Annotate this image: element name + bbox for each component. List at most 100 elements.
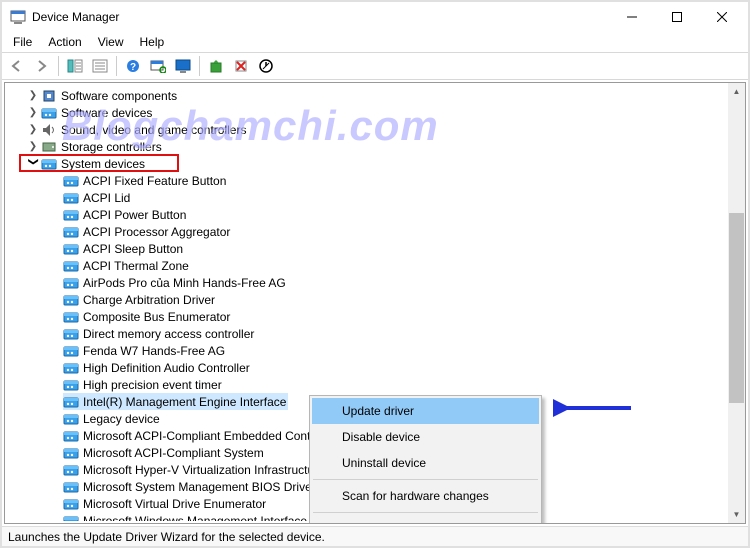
menu-action[interactable]: Action bbox=[41, 33, 88, 51]
menu-view[interactable]: View bbox=[91, 33, 131, 51]
scroll-thumb[interactable] bbox=[729, 213, 744, 403]
device-category-icon bbox=[41, 88, 57, 104]
tree-item[interactable]: Charge Arbitration Driver bbox=[7, 291, 727, 308]
tree-item-label: Microsoft Virtual Drive Enumerator bbox=[83, 497, 266, 511]
tree-category-label: Software devices bbox=[61, 106, 152, 120]
uninstall-button[interactable] bbox=[230, 55, 252, 77]
tree-item-label: Legacy device bbox=[83, 412, 160, 426]
show-hidden-button[interactable] bbox=[64, 55, 86, 77]
tree-item-label: Microsoft System Management BIOS Driver bbox=[83, 480, 316, 494]
device-icon bbox=[63, 241, 79, 257]
window-title: Device Manager bbox=[32, 10, 609, 24]
scan-hardware-button[interactable] bbox=[147, 55, 169, 77]
toolbar: ? bbox=[2, 52, 748, 80]
vertical-scrollbar[interactable]: ▲ ▼ bbox=[728, 83, 745, 523]
device-icon bbox=[63, 292, 79, 308]
device-icon bbox=[63, 394, 79, 410]
back-button[interactable] bbox=[6, 55, 28, 77]
context-menu-item[interactable]: Update driver bbox=[312, 398, 539, 424]
menu-help[interactable]: Help bbox=[133, 33, 172, 51]
device-icon bbox=[63, 360, 79, 376]
menu-file[interactable]: File bbox=[6, 33, 39, 51]
device-category-icon bbox=[41, 156, 57, 172]
tree-item[interactable]: Direct memory access controller bbox=[7, 325, 727, 342]
device-category-icon bbox=[41, 122, 57, 138]
tree-item[interactable]: ACPI Power Button bbox=[7, 206, 727, 223]
tree-item[interactable]: High Definition Audio Controller bbox=[7, 359, 727, 376]
tree-item[interactable]: AirPods Pro của Minh Hands-Free AG bbox=[7, 274, 727, 291]
device-icon bbox=[63, 445, 79, 461]
help-button[interactable]: ? bbox=[122, 55, 144, 77]
collapse-icon[interactable]: ❯ bbox=[28, 158, 39, 170]
monitor-button[interactable] bbox=[172, 55, 194, 77]
scroll-down-arrow[interactable]: ▼ bbox=[728, 506, 745, 523]
expand-icon[interactable]: ❯ bbox=[27, 141, 39, 152]
tree-item-label: ACPI Thermal Zone bbox=[83, 259, 189, 273]
tree-category[interactable]: ❯ Sound, video and game controllers bbox=[7, 121, 727, 138]
context-menu-item[interactable]: Properties bbox=[312, 516, 539, 524]
tree-item[interactable]: ACPI Thermal Zone bbox=[7, 257, 727, 274]
tree-category[interactable]: ❯ Storage controllers bbox=[7, 138, 727, 155]
svg-text:?: ? bbox=[130, 62, 136, 73]
device-icon bbox=[63, 190, 79, 206]
expand-icon[interactable]: ❯ bbox=[27, 124, 39, 135]
expand-icon[interactable]: ❯ bbox=[27, 107, 39, 118]
forward-button[interactable] bbox=[31, 55, 53, 77]
device-category-icon bbox=[41, 139, 57, 155]
minimize-button[interactable] bbox=[609, 2, 654, 32]
context-menu: Update driverDisable deviceUninstall dev… bbox=[309, 395, 542, 524]
device-icon bbox=[63, 309, 79, 325]
context-menu-item[interactable]: Scan for hardware changes bbox=[312, 483, 539, 509]
tree-item-label: ACPI Fixed Feature Button bbox=[83, 174, 226, 188]
disable-button[interactable] bbox=[255, 55, 277, 77]
device-icon bbox=[63, 343, 79, 359]
update-driver-button[interactable] bbox=[205, 55, 227, 77]
context-menu-item[interactable]: Uninstall device bbox=[312, 450, 539, 476]
device-icon bbox=[63, 496, 79, 512]
tree-item[interactable]: Composite Bus Enumerator bbox=[7, 308, 727, 325]
statusbar-text: Launches the Update Driver Wizard for th… bbox=[8, 530, 325, 544]
tree-item-label: Direct memory access controller bbox=[83, 327, 254, 341]
device-icon bbox=[63, 207, 79, 223]
expand-icon[interactable]: ❯ bbox=[27, 90, 39, 101]
tree-item-label: Fenda W7 Hands-Free AG bbox=[83, 344, 225, 358]
tree-category-label: Sound, video and game controllers bbox=[61, 123, 246, 137]
tree-category-system-devices[interactable]: ❯ System devices bbox=[7, 155, 727, 172]
device-icon bbox=[63, 326, 79, 342]
device-icon bbox=[63, 462, 79, 478]
tree-item-label: Composite Bus Enumerator bbox=[83, 310, 230, 324]
device-icon bbox=[63, 479, 79, 495]
device-category-icon bbox=[41, 105, 57, 121]
device-icon bbox=[63, 513, 79, 522]
tree-item-label: Intel(R) Management Engine Interface bbox=[83, 395, 286, 409]
context-menu-separator bbox=[313, 512, 538, 513]
device-icon bbox=[63, 411, 79, 427]
tree-item[interactable]: Fenda W7 Hands-Free AG bbox=[7, 342, 727, 359]
tree-category-label: Storage controllers bbox=[61, 140, 162, 154]
tree-category[interactable]: ❯ Software components bbox=[7, 87, 727, 104]
tree-item-label: ACPI Lid bbox=[83, 191, 130, 205]
tree-item-label: Charge Arbitration Driver bbox=[83, 293, 215, 307]
tree-item-label: High precision event timer bbox=[83, 378, 222, 392]
tree-category-label: Software components bbox=[61, 89, 177, 103]
device-icon bbox=[63, 377, 79, 393]
menubar: File Action View Help bbox=[2, 32, 748, 52]
tree-item[interactable]: ACPI Fixed Feature Button bbox=[7, 172, 727, 189]
tree-item[interactable]: ACPI Sleep Button bbox=[7, 240, 727, 257]
tree-item-label: High Definition Audio Controller bbox=[83, 361, 250, 375]
tree-item-label: AirPods Pro của Minh Hands-Free AG bbox=[83, 276, 286, 290]
tree-panel: ❯ Software components ❯ Software devices ❯ So… bbox=[4, 82, 746, 524]
tree-category-label: System devices bbox=[61, 157, 145, 171]
device-icon bbox=[63, 275, 79, 291]
tree-item[interactable]: ACPI Processor Aggregator bbox=[7, 223, 727, 240]
tree-item[interactable]: High precision event timer bbox=[7, 376, 727, 393]
tree-item[interactable]: ACPI Lid bbox=[7, 189, 727, 206]
scroll-up-arrow[interactable]: ▲ bbox=[728, 83, 745, 100]
device-icon bbox=[63, 428, 79, 444]
close-button[interactable] bbox=[699, 2, 744, 32]
properties-button[interactable] bbox=[89, 55, 111, 77]
maximize-button[interactable] bbox=[654, 2, 699, 32]
tree-category[interactable]: ❯ Software devices bbox=[7, 104, 727, 121]
tree-item-label: ACPI Processor Aggregator bbox=[83, 225, 230, 239]
context-menu-item[interactable]: Disable device bbox=[312, 424, 539, 450]
